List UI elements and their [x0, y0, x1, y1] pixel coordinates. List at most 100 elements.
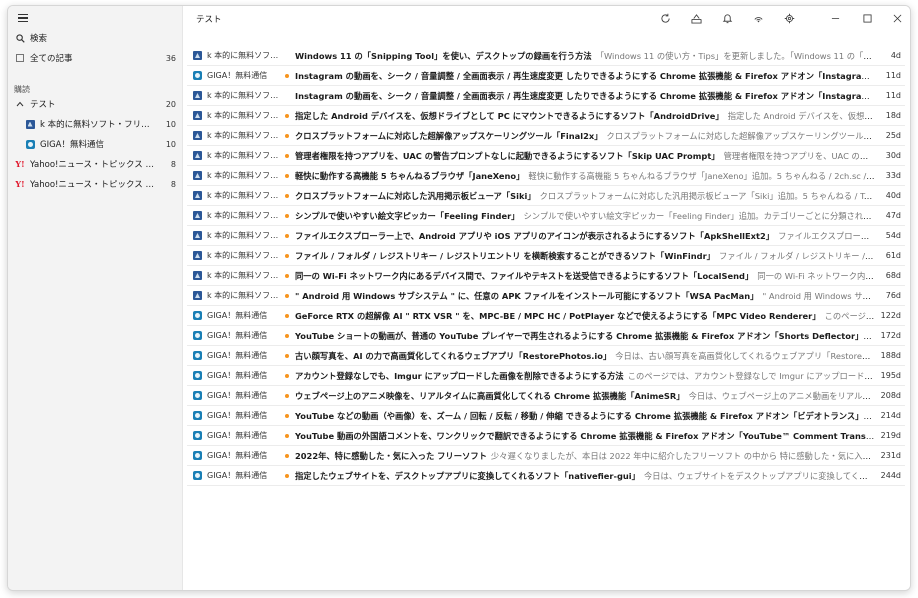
article-title: GeForce RTX の超解像 AI " RTX VSR " を、MPC-BE…	[295, 310, 821, 321]
unread-dot-icon	[281, 213, 293, 218]
sidebar-item-all-articles[interactable]: 全ての記事 36	[12, 49, 178, 67]
article-text: 管理者権限を持つアプリを、UAC の警告プロンプトなしに起動できるようにするソフ…	[293, 150, 875, 162]
article-source: k 本的に無料ソフト・フ...	[207, 111, 281, 120]
unread-count: 10	[165, 139, 176, 149]
article-row[interactable]: GIGA！無料通信 YouTube 動画の外国語コメントを、ワンクリックで翻訳でき…	[187, 426, 905, 446]
article-row[interactable]: k 本的に無料ソフト・フ... 同一の Wi-Fi ネットワーク内にあるデバイス間…	[187, 266, 905, 286]
unread-dot-icon	[281, 473, 293, 478]
article-age: 68d	[885, 271, 901, 280]
unread-dot-icon	[281, 293, 293, 298]
article-source: k 本的に無料ソフト・フ...	[207, 251, 281, 260]
article-row[interactable]: GIGA！無料通信 Instagram の動画を、シーク / 音量調整 / 全画面…	[187, 66, 905, 86]
article-title: Windows 11 の「Snipping Tool」を使い、デスクトップの録画…	[295, 50, 592, 61]
sidebar: 検索 全ての記事 36 購読 テスト 20 k 本的に無料ソフト・フリーソフト …	[8, 6, 182, 590]
article-row[interactable]: GIGA！無料通信 YouTube などの動画（や画像）を、ズーム / 回転 / …	[187, 406, 905, 426]
article-row[interactable]: k 本的に無料ソフト・フ... シンプルで使いやすい絵文字ピッカー「Feeling…	[187, 206, 905, 226]
article-text: ウェブページ上のアニメ映像を、リアルタイムに高画質化してくれる Chrome 拡…	[293, 390, 875, 402]
article-text: " Android 用 Windows サブシステム " に、任意の APK フ…	[293, 290, 875, 302]
all-articles-icon	[14, 54, 26, 62]
article-text: クロスプラットフォームに対応した汎用掲示板ビューア「Siki」 クロスプラットフォ…	[293, 190, 875, 202]
giga-icon	[24, 139, 36, 149]
gear-icon[interactable]	[783, 12, 795, 24]
article-text: 2022年、特に感動した・気に入った フリーソフト 少々遅くなりましたが、本日は …	[293, 450, 875, 462]
article-row[interactable]: k 本的に無料ソフト・フ... 軽快に動作する高機能 5 ちゃんねるブラウザ「Ja…	[187, 166, 905, 186]
article-text: 指定したウェブサイトを、デスクトップアプリに変換してくれるソフト「nativef…	[293, 470, 875, 482]
article-snippet: このページでは、アカウント登録なしで Imgur にアップロードした画像を、自分…	[627, 370, 875, 381]
article-age: 61d	[885, 251, 901, 260]
unread-dot-icon	[281, 353, 293, 358]
article-text: YouTube ショートの動画が、普通の YouTube プレイヤーで再生される…	[293, 330, 875, 342]
article-title: クロスプラットフォームに対応した汎用掲示板ビューア「Siki」	[295, 190, 536, 201]
article-row[interactable]: k 本的に無料ソフト・フ... " Android 用 Windows サブシステ…	[187, 286, 905, 306]
article-row[interactable]: GIGA！無料通信 ウェブページ上のアニメ映像を、リアルタイムに高画質化してくれる…	[187, 386, 905, 406]
article-row[interactable]: k 本的に無料ソフト・フ... Instagram の動画を、シーク / 音量調整…	[187, 86, 905, 106]
forest-icon	[193, 171, 203, 180]
article-text: ファイルエクスプローラー上で、Android アプリや iOS アプリのアイコン…	[293, 230, 875, 242]
article-title: YouTube ショートの動画が、普通の YouTube プレイヤーで再生される…	[295, 330, 864, 341]
article-row[interactable]: GIGA！無料通信 古い顔写真を、AI の力で高画質化してくれるウェブアプリ「Re…	[187, 346, 905, 366]
maximize-button[interactable]	[857, 10, 877, 26]
hamburger-menu-icon[interactable]	[18, 14, 28, 22]
article-snippet: 軽快に動作する高機能 5 ちゃんねるブラウザ「JaneXeno」追加。5 ちゃん…	[528, 170, 875, 181]
article-age: 76d	[885, 291, 901, 300]
article-snippet: クロスプラットフォームに対応した汎用掲示板ビューア「Siki」追加。5 ちゃんね…	[539, 190, 875, 201]
sidebar-search[interactable]: 検索	[12, 29, 178, 47]
sidebar-feed-giga[interactable]: GIGA！無料通信 10	[22, 135, 178, 153]
article-row[interactable]: k 本的に無料ソフト・フ... 指定した Android デバイスを、仮想ドライブ…	[187, 106, 905, 126]
page-title: テスト	[196, 15, 222, 25]
forest-icon	[193, 191, 203, 200]
article-row[interactable]: GIGA！無料通信 指定したウェブサイトを、デスクトップアプリに変換してくれるソフ…	[187, 466, 905, 486]
article-row[interactable]: k 本的に無料ソフト・フ... ファイルエクスプローラー上で、Android アプ…	[187, 226, 905, 246]
refresh-icon[interactable]	[659, 12, 671, 24]
article-row[interactable]: GIGA！無料通信 GeForce RTX の超解像 AI " RTX VSR "…	[187, 306, 905, 326]
article-age: 122d	[880, 311, 901, 320]
bell-icon[interactable]	[721, 12, 733, 24]
close-button[interactable]	[887, 10, 907, 26]
article-source: k 本的に無料ソフト・フ...	[207, 171, 281, 180]
forest-icon	[24, 119, 36, 129]
unread-dot-icon	[281, 433, 293, 438]
article-age: 18d	[885, 111, 901, 120]
sidebar-search-label: 検索	[30, 34, 48, 44]
article-source: GIGA！無料通信	[207, 71, 268, 80]
sidebar-feed-forest[interactable]: k 本的に無料ソフト・フリーソフト 更新... 10	[22, 115, 178, 133]
article-title: 古い顔写真を、AI の力で高画質化してくれるウェブアプリ「RestorePhot…	[295, 350, 612, 361]
chevron-up-icon[interactable]	[14, 101, 26, 107]
article-row[interactable]: GIGA！無料通信 2022年、特に感動した・気に入った フリーソフト 少々遅くなり…	[187, 446, 905, 466]
article-source: GIGA！無料通信	[207, 311, 268, 320]
unread-dot-icon	[281, 153, 293, 158]
article-row[interactable]: k 本的に無料ソフト・フ... クロスプラットフォームに対応した超解像アップスケー…	[187, 126, 905, 146]
unread-dot-icon	[281, 113, 293, 118]
sidebar-item-label: GIGA！無料通信	[40, 140, 104, 150]
article-snippet: 管理者権限を持つアプリを、UAC の警告プロンプトなしに起動で...	[723, 150, 875, 161]
article-source: k 本的に無料ソフト・フ...	[207, 211, 281, 220]
article-snippet: このページでは、NVIDIA の超解像 AI...	[824, 310, 875, 321]
sidebar-feed-yahoo-entertainment[interactable]: Y! Yahoo!ニュース・トピックス - エンタメ 8	[12, 175, 178, 193]
article-row[interactable]: GIGA！無料通信 YouTube ショートの動画が、普通の YouTube プレ…	[187, 326, 905, 346]
article-snippet: クロスプラットフォームに対応した超解像アップスケーリングツール「Final2x」…	[606, 130, 875, 141]
article-row[interactable]: k 本的に無料ソフト・フ... Windows 11 の「Snipping Too…	[187, 46, 905, 66]
article-source: k 本的に無料ソフト・フ...	[207, 191, 281, 200]
sidebar-folder-test[interactable]: テスト 20	[12, 95, 178, 113]
unread-dot-icon	[281, 173, 293, 178]
article-row[interactable]: GIGA！無料通信 アカウント登録なしでも、Imgur にアップロードした画像を削…	[187, 366, 905, 386]
mark-all-read-icon[interactable]	[690, 12, 702, 24]
unread-dot-icon	[281, 133, 293, 138]
article-text: 同一の Wi-Fi ネットワーク内にあるデバイス間で、ファイルやテキストを送受信…	[293, 270, 875, 282]
article-row[interactable]: k 本的に無料ソフト・フ... クロスプラットフォームに対応した汎用掲示板ビューア…	[187, 186, 905, 206]
sidebar-feed-yahoo-main[interactable]: Y! Yahoo!ニュース・トピックス - 主要 8	[12, 155, 178, 173]
unread-dot-icon	[281, 333, 293, 338]
sidebar-item-label: テスト	[30, 100, 56, 110]
minimize-button[interactable]	[825, 10, 845, 26]
rss-icon[interactable]	[752, 12, 764, 24]
giga-icon	[193, 391, 203, 400]
sidebar-item-label: Yahoo!ニュース・トピックス - 主要	[30, 160, 156, 170]
forest-icon	[193, 231, 203, 240]
article-row[interactable]: k 本的に無料ソフト・フ... 管理者権限を持つアプリを、UAC の警告プロンプト…	[187, 146, 905, 166]
unread-count: 8	[170, 159, 176, 169]
sidebar-item-label: k 本的に無料ソフト・フリーソフト 更新...	[40, 120, 156, 130]
unread-dot-icon	[281, 313, 293, 318]
article-row[interactable]: k 本的に無料ソフト・フ... ファイル / フォルダ / レジストリキー / レ…	[187, 246, 905, 266]
article-title: YouTube などの動画（や画像）を、ズーム / 回転 / 反転 / 移動 /…	[295, 410, 864, 421]
giga-icon	[193, 471, 203, 480]
